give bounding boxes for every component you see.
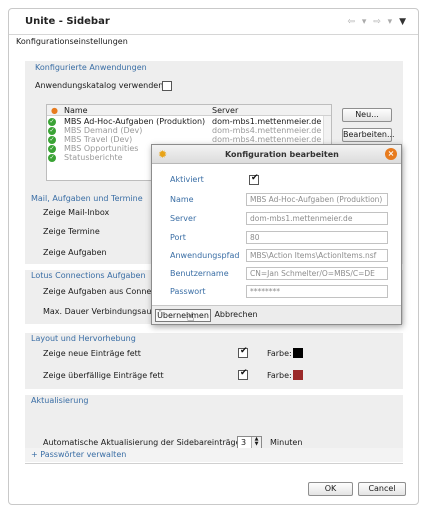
status-ok-icon: ✓ [48, 154, 56, 162]
mouse-cursor-icon: ☝ [187, 310, 195, 324]
menu-dropdown-icon[interactable]: ▼ [399, 17, 408, 27]
section-title-mail: Mail, Aufgaben und Termine [31, 194, 143, 203]
label-username: Benutzername [170, 269, 229, 278]
app-path-field[interactable]: MBS\Action Items\ActionItems.nsf [246, 249, 388, 262]
forward-arrow-icon[interactable]: ⇨ ▾ [373, 17, 394, 27]
activated-checkbox[interactable] [249, 173, 259, 185]
row-server: dom-mbs1.mettenmeier.de [212, 117, 322, 126]
navigation-controls: ⇦ ▾ ⇨ ▾ ▼ [347, 17, 408, 27]
title-bar: Unite - Sidebar ⇦ ▾ ⇨ ▾ ▼ [9, 9, 418, 35]
label-server: Server [170, 214, 197, 223]
dialog-title-bar: ✹ Konfiguration bearbeiten × [152, 145, 401, 164]
label-activated: Aktiviert [170, 175, 204, 184]
server-field[interactable]: dom-mbs1.mettenmeier.de [246, 212, 388, 225]
section-passwords: + Passwörter verwalten [25, 448, 403, 462]
table-header: ● Name Server [47, 105, 331, 116]
section-title-refresh: Aktualisierung [31, 396, 89, 405]
label-name: Name [170, 195, 194, 204]
edit-config-dialog: ✹ Konfiguration bearbeiten × Aktiviert N… [151, 144, 402, 325]
password-field[interactable]: ******** [246, 285, 388, 298]
row-name: Statusberichte [64, 153, 123, 162]
close-icon[interactable]: × [385, 148, 397, 160]
overdue-bold-checkbox[interactable] [238, 368, 248, 380]
back-arrow-icon[interactable]: ⇦ ▾ [347, 17, 368, 27]
stepper-arrows-icon[interactable]: ▲ ▼ [251, 437, 261, 448]
refresh-interval-value: 3 [241, 438, 247, 447]
ok-button[interactable]: OK [308, 482, 353, 496]
cancel-button[interactable]: Cancel [358, 482, 406, 496]
port-field[interactable]: 80 [246, 231, 388, 244]
new-bold-checkbox[interactable] [238, 346, 248, 358]
warning-icon: ● [51, 106, 58, 115]
status-ok-icon: ✓ [48, 136, 56, 144]
label-overdue-bold: Zeige überfällige Einträge fett [43, 371, 164, 380]
row-name: MBS Travel (Dev) [64, 135, 133, 144]
label-password: Passwort [170, 287, 206, 296]
label-show-tasks: Zeige Aufgaben [43, 248, 107, 257]
row-server: dom-mbs4.mettenmeier.de [212, 126, 322, 135]
dialog-title: Konfiguration bearbeiten [225, 150, 339, 159]
label-app-path: Anwendungspfad [170, 251, 240, 260]
label-show-inbox: Zeige Mail-Inbox [43, 208, 110, 217]
label-show-appointments: Zeige Termine [43, 227, 100, 236]
row-server: dom-mbs4.mettenmeier.de [212, 135, 322, 144]
row-name: MBS Demand (Dev) [64, 126, 143, 135]
footer-divider [25, 463, 403, 464]
catalog-label: Anwendungskatalog verwenden [35, 81, 164, 90]
section-layout: Layout und Hervorhebung Zeige neue Eintr… [25, 333, 403, 389]
label-color-new: Farbe: [267, 349, 292, 358]
new-button[interactable]: Neu... [342, 108, 392, 122]
edit-button[interactable]: Bearbeiten... [342, 128, 395, 142]
window-title: Unite - Sidebar [25, 16, 110, 27]
section-title-apps: Konfigurierte Anwendungen [35, 63, 147, 72]
name-field[interactable]: MBS Ad-Hoc-Aufgaben (Produktion) [246, 193, 388, 206]
catalog-checkbox[interactable] [162, 81, 172, 91]
gear-icon: ✹ [158, 148, 168, 161]
column-header-server[interactable]: Server [212, 106, 238, 115]
column-header-name[interactable]: Name [64, 106, 88, 115]
status-ok-icon: ✓ [48, 127, 56, 135]
label-new-bold: Zeige neue Einträge fett [43, 349, 141, 358]
page-title: Konfigurationseinstellungen [16, 37, 128, 46]
section-title-layout: Layout und Hervorhebung [31, 334, 136, 343]
color-swatch-new[interactable] [293, 348, 303, 358]
section-title-lotus: Lotus Connections Aufgaben [31, 271, 146, 280]
row-name: MBS Opportunities [64, 144, 139, 153]
label-port: Port [170, 233, 186, 242]
username-field[interactable]: CN=Jan Schmelter/O=MBS/C=DE [246, 267, 388, 280]
row-name: MBS Ad-Hoc-Aufgaben (Produktion) [64, 117, 206, 126]
label-minutes: Minuten [270, 438, 303, 447]
color-swatch-overdue[interactable] [293, 370, 303, 380]
apply-button[interactable]: Übernehmen [155, 309, 211, 322]
dialog-cancel-button[interactable]: Abbrechen [214, 309, 258, 322]
label-refresh: Automatische Aktualisierung der Sidebare… [43, 438, 263, 447]
label-color-overdue: Farbe: [267, 371, 292, 380]
section-refresh: Aktualisierung Automatische Aktualisieru… [25, 395, 403, 450]
status-ok-icon: ✓ [48, 145, 56, 153]
manage-passwords-link[interactable]: + Passwörter verwalten [31, 450, 126, 459]
status-ok-icon: ✓ [48, 118, 56, 126]
